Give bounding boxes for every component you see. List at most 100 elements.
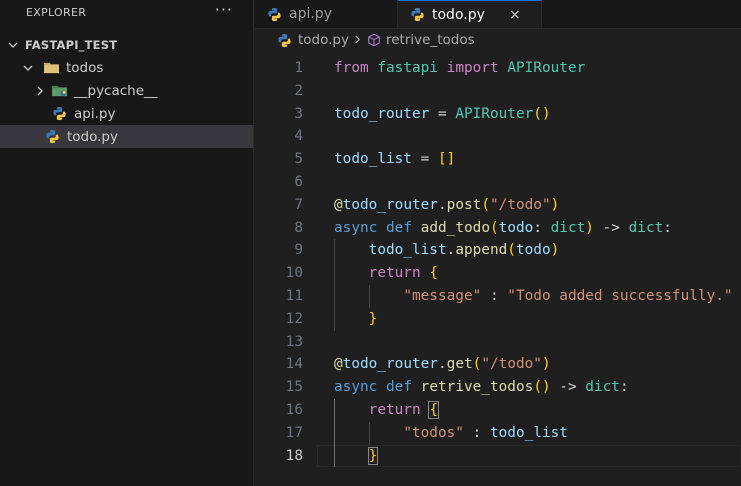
code-line[interactable]: 11 "message" : "Todo added successfully.… [255,285,741,308]
code-text: } [334,308,378,331]
code-line[interactable]: 3 todo_router = APIRouter() [255,103,741,126]
code-editor[interactable]: 1 from fastapi import APIRouter 2 3 todo_rou… [255,57,741,468]
breadcrumb-symbol[interactable]: retrive_todos [386,32,475,48]
code-text: @todo_router.post("/todo") [334,194,559,217]
tree-item-todo-py[interactable]: todo.py [0,125,253,148]
code-token: @ [334,196,343,213]
close-icon[interactable]: × [507,7,523,23]
code-text: return { [334,262,438,285]
line-number: 16 [285,401,303,418]
code-line[interactable]: 1 from fastapi import APIRouter [255,57,741,80]
indent-guide [368,421,370,445]
breadcrumb-file[interactable]: todo.py [298,32,349,48]
python-file-icon [50,106,68,122]
line-number: 8 [294,219,303,236]
chevron-right-icon [32,83,48,99]
project-name: FASTAPI_TEST [25,37,118,52]
code-token: } [367,446,379,465]
code-token: -> [550,379,586,396]
code-line[interactable]: 12 } [255,308,741,331]
code-token: "todos" [403,424,464,441]
code-text: from fastapi import APIRouter [334,57,585,80]
tab-label: api.py [289,6,332,22]
code-token: ( [507,242,516,259]
code-token: from [334,60,369,76]
line-number: 3 [294,105,303,122]
line-number: 4 [294,128,303,145]
code-token: : [663,219,672,236]
tab-api-py[interactable]: api.py [255,0,398,28]
tree-item-pycache[interactable]: __pycache__ [0,79,253,102]
code-token: def [386,379,412,396]
tab-label: todo.py [432,6,485,23]
code-line[interactable]: 8 async def add_todo(todo: dict) -> dict: [255,217,741,240]
code-token: @ [334,356,343,373]
tab-bar: api.py todo.py × [255,0,741,29]
code-token: APIRouter [455,105,534,122]
code-line[interactable]: 15 async def retrive_todos() -> dict: [255,376,741,399]
code-token: . [446,242,456,259]
code-token: "/todo" [481,356,542,373]
code-token: ) [550,242,560,259]
code-line[interactable]: 14 @todo_router.get("/todo") [255,353,741,376]
code-line[interactable]: 4 [255,125,741,148]
code-line[interactable]: 18 } [255,444,741,468]
code-text: return { [334,399,439,422]
line-number: 7 [294,196,303,213]
explorer-header: EXPLORER ··· [0,0,253,24]
tree-item-api-py[interactable]: api.py [0,102,253,125]
code-line[interactable]: 16 return { [255,399,741,422]
breadcrumb: todo.py retrive_todos [255,29,741,51]
code-line[interactable]: 5 todo_list = [] [255,148,741,171]
code-line[interactable]: 2 [255,80,741,103]
line-number: 2 [294,82,303,99]
python-file-icon [265,6,283,22]
file-tree: FASTAPI_TEST todos __pycache__ api.py to… [0,33,253,148]
code-token: todo_list [489,424,568,441]
code-token: return [368,401,421,418]
code-token: todo_list [368,242,447,259]
code-text: todo_list = [] [334,148,455,171]
code-token: todo_list [334,151,412,168]
editor-area: api.py todo.py × todo.py retrive_todos 1… [255,0,741,486]
code-token: def [386,219,412,236]
code-token: } [368,310,378,327]
line-number: 15 [285,379,303,396]
code-line[interactable]: 7 @todo_router.post("/todo") [255,194,741,217]
code-token: todo [498,219,534,236]
ellipsis-icon[interactable]: ··· [215,0,233,19]
line-number: 1 [294,60,303,76]
tab-todo-py[interactable]: todo.py × [398,0,542,28]
code-token: -> [593,219,629,236]
code-token: todo_router [342,356,438,373]
pycache-folder-icon [50,83,68,99]
code-line[interactable]: 13 [255,331,741,354]
code-token: get [446,356,473,373]
indent-guide [334,239,335,331]
code-line[interactable]: 6 [255,171,741,194]
code-token: "/todo" [489,196,551,213]
code-token: import [446,60,499,76]
project-root[interactable]: FASTAPI_TEST [0,33,253,56]
tree-item-todos[interactable]: todos [0,56,253,79]
code-text: "message" : "Todo added successfully." [334,285,732,308]
code-line[interactable]: 17 "todos" : todo_list [255,422,741,445]
indent-guide [334,399,335,468]
code-line[interactable]: 10 return { [255,262,741,285]
code-token: dict [550,219,586,236]
code-line[interactable]: 9 todo_list.append(todo) [255,239,741,262]
line-number: 14 [285,356,303,373]
code-token: retrive_todos [420,379,534,396]
code-token: { [428,400,439,419]
code-token: = [429,105,456,122]
tree-item-label: todo.py [67,128,118,145]
line-number: 13 [285,333,303,350]
code-token: : [533,219,551,236]
line-number: 18 [285,447,303,464]
